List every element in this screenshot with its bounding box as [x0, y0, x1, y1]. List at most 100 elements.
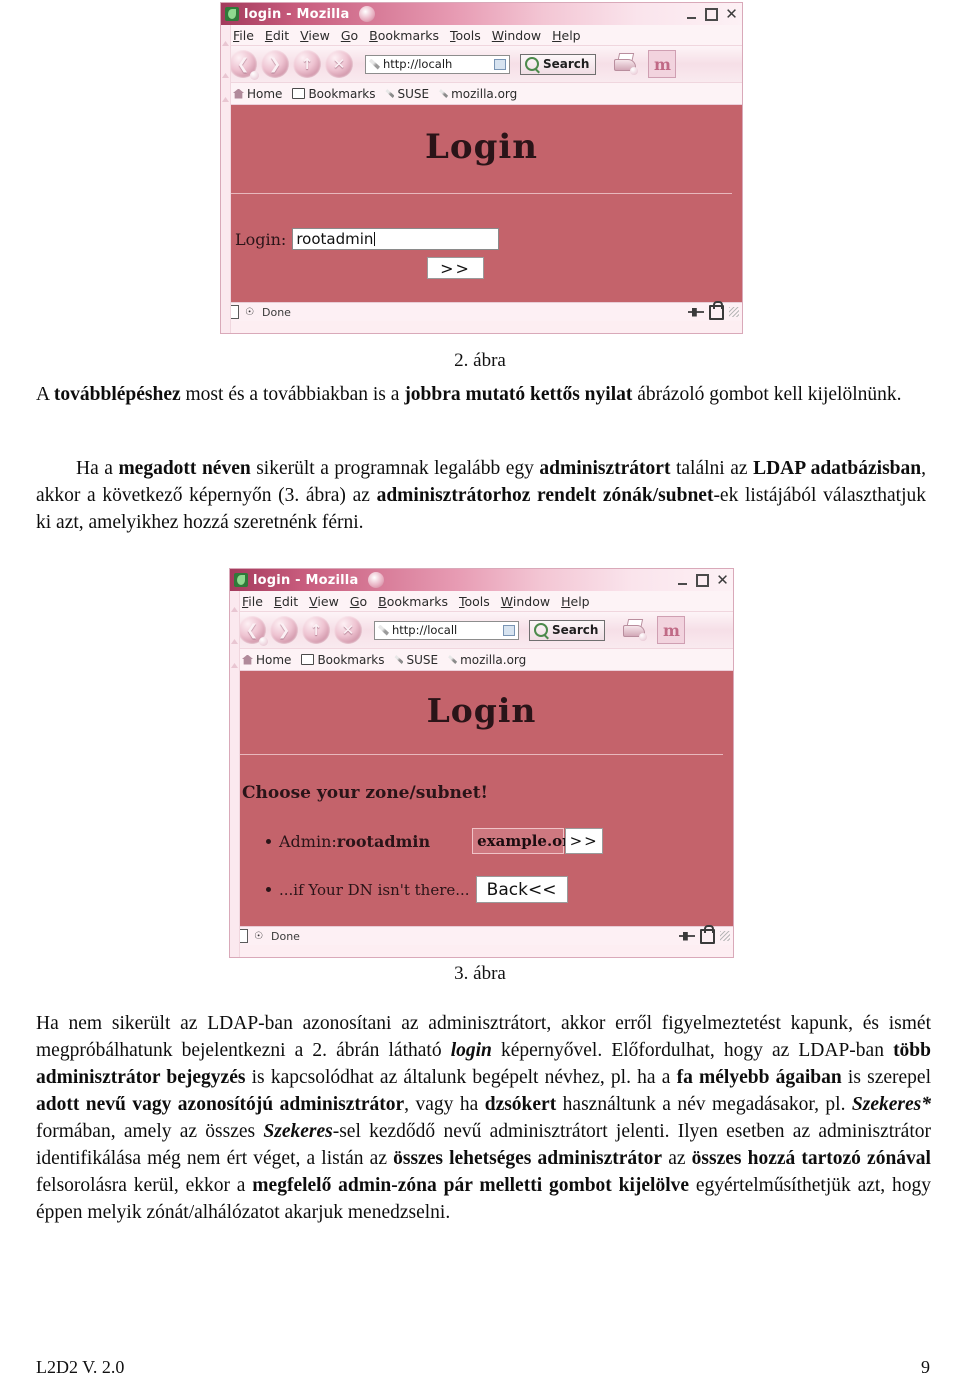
forward-icon[interactable]: ❯: [270, 616, 298, 644]
dn-missing-label: ...if Your DN isn't there...: [279, 880, 470, 899]
reload-icon[interactable]: ↑: [293, 50, 321, 78]
url-input[interactable]: http://localh: [365, 54, 510, 74]
bookmark-home[interactable]: Home: [242, 653, 291, 667]
zone-prompt: Choose your zone/subnet!: [242, 783, 489, 803]
bookmark-bookmarks[interactable]: Bookmarks: [292, 87, 375, 101]
p2-b1: megadott néven: [118, 458, 251, 479]
p3-s5: , vagy ha: [404, 1094, 485, 1115]
menu-go[interactable]: Go: [341, 28, 358, 43]
horizontal-rule: [240, 754, 723, 755]
menu-help[interactable]: Help: [561, 594, 590, 609]
horizontal-rule: [231, 193, 732, 194]
p3-i1: login: [450, 1040, 492, 1061]
menu-bookmarks[interactable]: Bookmarks: [378, 594, 448, 609]
bookmark-mozilla-org[interactable]: mozilla.org: [448, 653, 526, 667]
throbber-icon: [368, 572, 385, 588]
zone-submit-button[interactable]: >>: [565, 828, 604, 854]
status-right-group: [688, 300, 739, 321]
menu-edit[interactable]: Edit: [265, 28, 289, 43]
p3-b5: összes lehetséges adminisztrátor: [393, 1148, 663, 1169]
home-icon: [242, 654, 253, 665]
lock-icon[interactable]: [700, 924, 715, 944]
p1-b1: továbblépéshez: [53, 384, 181, 405]
reload-icon[interactable]: ↑: [302, 616, 330, 644]
resize-grip[interactable]: [729, 307, 739, 317]
cookie-manager-icon[interactable]: ☉: [252, 930, 265, 942]
forward-icon[interactable]: ❯: [261, 50, 289, 78]
bookmark-mozilla-org[interactable]: mozilla.org: [439, 87, 517, 101]
sidebar-tab-handle: [222, 73, 229, 78]
bookmark-home[interactable]: Home: [233, 87, 282, 101]
plug-icon: [688, 307, 704, 317]
search-button[interactable]: Search: [520, 53, 597, 75]
back-icon[interactable]: ❮: [229, 50, 259, 80]
bookmark-suse[interactable]: SUSE: [394, 653, 438, 667]
menu-bookmarks[interactable]: Bookmarks: [369, 28, 439, 43]
cookie-manager-icon[interactable]: ☉: [243, 306, 256, 318]
url-input[interactable]: http://locall: [374, 620, 519, 640]
stop-icon[interactable]: ✕: [325, 50, 353, 78]
bookmark-bookmarks[interactable]: Bookmarks: [301, 653, 384, 667]
mozilla-lizard-icon: [225, 7, 239, 21]
footer-page-number: 9: [921, 1357, 930, 1377]
close-icon[interactable]: ✕: [714, 572, 731, 588]
minimize-icon[interactable]: [674, 572, 691, 588]
menu-view[interactable]: View: [309, 594, 339, 609]
minimize-icon[interactable]: [683, 6, 700, 22]
document-page: login - Mozilla ✕ File Edit View Go Book…: [0, 0, 960, 1394]
menu-file[interactable]: File: [233, 28, 254, 43]
print-icon[interactable]: [621, 619, 648, 641]
print-icon[interactable]: [612, 53, 639, 75]
url-text: http://locall: [392, 623, 458, 637]
zone-select[interactable]: example.org: [472, 828, 581, 854]
p3-s3: is kapcsolódhat az általunk begépelt név…: [245, 1067, 677, 1088]
mozilla-logo-icon[interactable]: m: [657, 616, 686, 644]
p3-b2: fa mélyebb ágaiban: [676, 1067, 842, 1088]
lock-icon[interactable]: [709, 300, 724, 320]
mozilla-lizard-icon: [234, 573, 248, 587]
mozilla-window-figure-2: login - Mozilla ✕ File Edit View Go Book…: [220, 2, 743, 334]
sidebar-tab-handle: [231, 639, 238, 644]
sidebar-tab-handle: [222, 97, 229, 102]
maximize-icon[interactable]: [694, 572, 711, 588]
stop-icon[interactable]: ✕: [334, 616, 362, 644]
page-proxy-icon: [378, 624, 389, 636]
figure-2-caption: 2. ábra: [454, 350, 506, 371]
status-bar: ☉ Done: [230, 924, 733, 945]
url-dropdown-icon[interactable]: [494, 58, 506, 70]
close-icon[interactable]: ✕: [723, 6, 740, 22]
menu-file[interactable]: File: [242, 594, 263, 609]
p3-b6: összes hozzá tartozó zónával: [691, 1148, 931, 1169]
menu-tools[interactable]: Tools: [459, 594, 490, 609]
menu-window[interactable]: Window: [492, 28, 541, 43]
page-proxy-icon: [369, 58, 380, 70]
login-input[interactable]: rootadmin: [292, 228, 500, 250]
p3-s10: felsorolásra kerül, ekkor a: [36, 1175, 253, 1196]
paragraph-2: Ha a megadott néven sikerült a programna…: [36, 455, 926, 536]
search-button-label: Search: [543, 57, 590, 71]
menu-help[interactable]: Help: [552, 28, 581, 43]
sidebar-tab-strip[interactable]: [230, 591, 240, 957]
maximize-icon[interactable]: [703, 6, 720, 22]
print-body: [614, 59, 637, 71]
menu-window[interactable]: Window: [501, 594, 550, 609]
sidebar-tab-strip[interactable]: [221, 25, 231, 333]
url-dropdown-icon[interactable]: [503, 624, 515, 636]
menu-tools[interactable]: Tools: [450, 28, 481, 43]
back-button[interactable]: Back<<: [475, 876, 568, 903]
admin-label-group: Admin: rootadmin: [279, 832, 430, 851]
menu-edit[interactable]: Edit: [274, 594, 298, 609]
sidebar-tab-handle: [231, 663, 238, 668]
menu-go[interactable]: Go: [350, 594, 367, 609]
mozilla-logo-icon[interactable]: m: [648, 50, 677, 78]
menu-view[interactable]: View: [300, 28, 330, 43]
back-icon[interactable]: ❮: [238, 616, 268, 646]
menu-bar: File Edit View Go Bookmarks Tools Window…: [221, 25, 742, 46]
p1-s1: A: [36, 384, 54, 405]
paragraph-1: A továbblépéshez most és a továbbiakban …: [36, 381, 926, 408]
submit-button[interactable]: >>: [427, 257, 484, 279]
resize-grip[interactable]: [720, 931, 730, 941]
bookmark-suse[interactable]: SUSE: [385, 87, 429, 101]
title-bar: login - Mozilla ✕: [221, 3, 742, 25]
search-button[interactable]: Search: [529, 619, 606, 641]
